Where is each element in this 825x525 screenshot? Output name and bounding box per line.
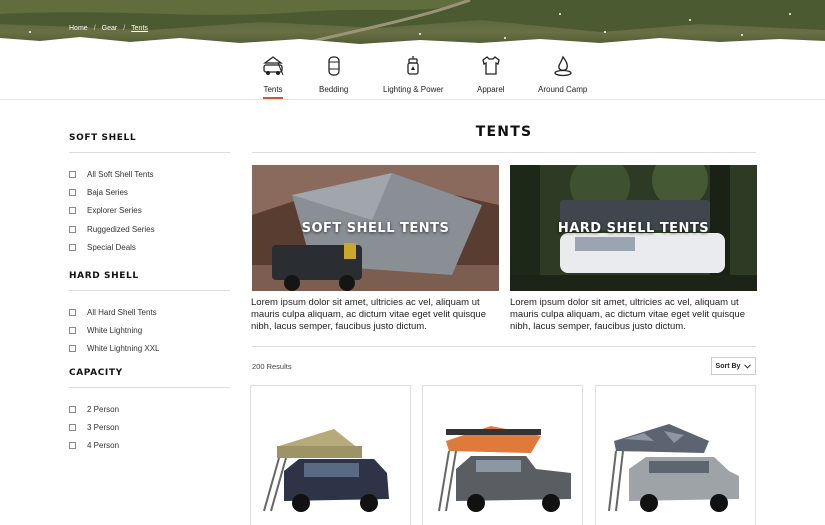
category-tents[interactable]: Tents	[261, 54, 285, 99]
checkbox[interactable]	[69, 207, 76, 215]
filter-label: Explorer Series	[87, 206, 142, 216]
campfire-icon	[554, 55, 572, 77]
filter-group-title: Capacity	[69, 368, 230, 388]
tent-icon	[263, 56, 284, 76]
filter-label: 3 Person	[87, 422, 120, 432]
tshirt-icon	[482, 56, 500, 75]
product-card[interactable]	[422, 385, 583, 525]
feature-description: Lorem ipsum dolor sit amet, ultricies ac…	[510, 297, 745, 332]
hero-banner: Home / Gear / Tents	[0, 0, 825, 46]
filter-option[interactable]: Special Deals	[69, 238, 230, 256]
chevron-down-icon	[744, 363, 752, 369]
filter-option[interactable]: Baja Series	[69, 183, 230, 201]
filter-group-soft-shell: Soft Shell All Soft Shell Tents Baja Ser…	[69, 133, 230, 256]
results-count: 200 Results	[252, 362, 292, 371]
feature-soft-shell[interactable]: SOFT SHELL TENTS	[252, 165, 499, 291]
sort-by-label: Sort By	[715, 362, 741, 370]
product-card[interactable]	[250, 385, 411, 525]
feature-hard-shell[interactable]: HARD SHELL TENTS	[510, 165, 757, 291]
filter-option[interactable]: Ruggedized Series	[69, 220, 230, 238]
filter-option[interactable]: 2 Person	[69, 400, 230, 418]
filter-option[interactable]: 3 Person	[69, 418, 230, 436]
category-label: Lighting & Power	[383, 85, 444, 94]
breadcrumb: Home / Gear / Tents	[69, 25, 148, 32]
checkbox[interactable]	[69, 423, 76, 431]
filter-group-title: Hard Shell	[69, 271, 230, 291]
category-bedding[interactable]: Bedding	[319, 54, 348, 94]
filter-group-capacity: Capacity 2 Person 3 Person 4 Person	[69, 368, 230, 455]
page-title: TENTS	[475, 124, 533, 140]
checkbox[interactable]	[69, 243, 76, 251]
product-image-green-tent-suv	[263, 429, 389, 512]
breadcrumb-gear[interactable]: Gear	[102, 25, 118, 32]
category-label: Apparel	[477, 85, 505, 94]
filter-label: Ruggedized Series	[87, 224, 155, 234]
breadcrumb-tents[interactable]: Tents	[131, 25, 148, 32]
product-image-orange-tent-truck	[438, 426, 571, 512]
lantern-icon	[407, 56, 419, 75]
breadcrumb-separator: /	[93, 25, 96, 32]
filter-label: Baja Series	[87, 187, 128, 197]
sort-by-dropdown[interactable]: Sort By	[711, 357, 756, 375]
checkbox[interactable]	[69, 308, 76, 316]
checkbox[interactable]	[69, 405, 76, 413]
checkbox[interactable]	[69, 442, 76, 450]
product-card[interactable]	[595, 385, 756, 525]
checkbox[interactable]	[69, 188, 76, 196]
category-lighting-power[interactable]: Lighting & Power	[383, 54, 443, 94]
breadcrumb-home[interactable]: Home	[69, 25, 88, 32]
checkbox[interactable]	[69, 345, 76, 353]
filter-option[interactable]: All Hard Shell Tents	[69, 303, 230, 321]
divider	[252, 152, 756, 153]
category-label: Tents	[263, 85, 283, 94]
feature-description: Lorem ipsum dolor sit amet, ultricies ac…	[251, 297, 486, 332]
filter-label: Special Deals	[87, 242, 136, 252]
filter-option[interactable]: 4 Person	[69, 437, 230, 455]
checkbox[interactable]	[69, 225, 76, 233]
breadcrumb-separator: /	[123, 25, 126, 32]
filter-group-title: Soft Shell	[69, 133, 230, 153]
filter-label: 4 Person	[87, 441, 120, 451]
filter-label: All Soft Shell Tents	[87, 169, 154, 179]
active-underline	[263, 97, 283, 99]
category-apparel[interactable]: Apparel	[477, 54, 505, 94]
category-label: Around Camp	[538, 85, 588, 94]
filter-option[interactable]: All Soft Shell Tents	[69, 165, 230, 183]
filter-option[interactable]: White Lightning XXL	[69, 340, 230, 358]
filter-group-hard-shell: Hard Shell All Hard Shell Tents White Li…	[69, 271, 230, 358]
snow-speckles	[29, 13, 791, 39]
divider	[252, 346, 756, 347]
category-nav: Tents Bedding Lighting & Power Apparel A…	[0, 46, 825, 100]
filter-label: White Lightning	[87, 325, 143, 335]
checkbox[interactable]	[69, 326, 76, 334]
feature-title: SOFT SHELL TENTS	[301, 221, 450, 236]
filter-label: All Hard Shell Tents	[87, 307, 157, 317]
sleeping-bag-icon	[328, 56, 340, 76]
filter-option[interactable]: Explorer Series	[69, 202, 230, 220]
category-label: Bedding	[319, 85, 349, 94]
filter-option[interactable]: White Lightning	[69, 321, 230, 339]
product-image-camo-tent-suv	[608, 424, 739, 512]
filter-label: 2 Person	[87, 404, 120, 414]
filter-label: White Lightning XXL	[87, 344, 160, 354]
feature-title: HARD SHELL TENTS	[557, 221, 710, 236]
category-around-camp[interactable]: Around Camp	[538, 54, 587, 94]
checkbox[interactable]	[69, 170, 76, 178]
